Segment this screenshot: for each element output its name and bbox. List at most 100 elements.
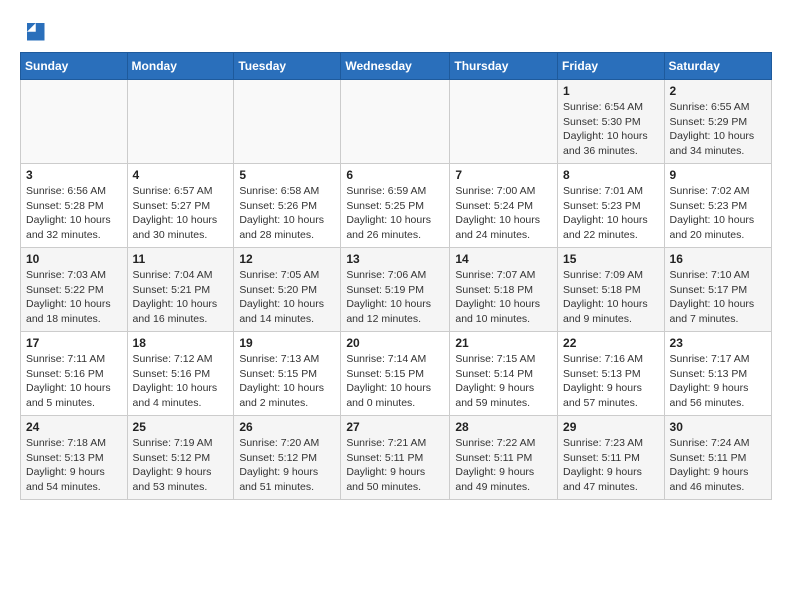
calendar-cell: 19Sunrise: 7:13 AM Sunset: 5:15 PM Dayli… (234, 332, 341, 416)
calendar-cell: 6Sunrise: 6:59 AM Sunset: 5:25 PM Daylig… (341, 164, 450, 248)
logo-icon (20, 16, 48, 44)
page: SundayMondayTuesdayWednesdayThursdayFrid… (0, 0, 792, 516)
day-number: 5 (239, 168, 335, 182)
calendar-cell: 17Sunrise: 7:11 AM Sunset: 5:16 PM Dayli… (21, 332, 128, 416)
day-number: 25 (133, 420, 229, 434)
calendar-cell: 2 Sunrise: 6:55 AM Sunset: 5:29 PM Daylig… (664, 80, 771, 164)
calendar-cell: 9Sunrise: 7:02 AM Sunset: 5:23 PM Daylig… (664, 164, 771, 248)
cell-content: 14 Sunrise: 7:07 AM Sunset: 5:18 PM Dayli… (455, 252, 552, 327)
weekday-header: Saturday (664, 53, 771, 80)
calendar-cell: 28Sunrise: 7:22 AM Sunset: 5:11 PM Dayli… (450, 416, 558, 500)
calendar-cell (234, 80, 341, 164)
cell-info: Sunrise: 7:00 AM Sunset: 5:24 PM Dayligh… (455, 184, 552, 243)
calendar-cell (127, 80, 234, 164)
day-number: 4 (133, 168, 229, 182)
calendar-body: 1Sunrise: 6:54 AM Sunset: 5:30 PM Daylig… (21, 80, 772, 500)
cell-content: 11Sunrise: 7:04 AM Sunset: 5:21 PM Dayli… (133, 252, 229, 327)
cell-info: Sunrise: 7:21 AM Sunset: 5:11 PM Dayligh… (346, 436, 444, 495)
day-number: 10 (26, 252, 122, 266)
day-number: 19 (239, 336, 335, 350)
cell-info: Sunrise: 7:11 AM Sunset: 5:16 PM Dayligh… (26, 352, 122, 411)
day-number: 14 (455, 252, 552, 266)
calendar-cell: 5Sunrise: 6:58 AM Sunset: 5:26 PM Daylig… (234, 164, 341, 248)
cell-info: Sunrise: 7:12 AM Sunset: 5:16 PM Dayligh… (133, 352, 229, 411)
calendar-cell: 14 Sunrise: 7:07 AM Sunset: 5:18 PM Dayli… (450, 248, 558, 332)
cell-info: Sunrise: 7:06 AM Sunset: 5:19 PM Dayligh… (346, 268, 444, 327)
day-number: 24 (26, 420, 122, 434)
day-number: 23 (670, 336, 766, 350)
calendar-cell: 15Sunrise: 7:09 AM Sunset: 5:18 PM Dayli… (558, 248, 665, 332)
cell-content: 15Sunrise: 7:09 AM Sunset: 5:18 PM Dayli… (563, 252, 659, 327)
cell-content: 6Sunrise: 6:59 AM Sunset: 5:25 PM Daylig… (346, 168, 444, 243)
cell-content: 19Sunrise: 7:13 AM Sunset: 5:15 PM Dayli… (239, 336, 335, 411)
cell-content: 16 Sunrise: 7:10 AM Sunset: 5:17 PM Dayli… (670, 252, 766, 327)
cell-content: 23Sunrise: 7:17 AM Sunset: 5:13 PM Dayli… (670, 336, 766, 411)
calendar-cell: 8 Sunrise: 7:01 AM Sunset: 5:23 PM Daylig… (558, 164, 665, 248)
cell-content: 3Sunrise: 6:56 AM Sunset: 5:28 PM Daylig… (26, 168, 122, 243)
calendar-cell (21, 80, 128, 164)
cell-content: 9Sunrise: 7:02 AM Sunset: 5:23 PM Daylig… (670, 168, 766, 243)
day-number: 1 (563, 84, 659, 98)
cell-info: Sunrise: 7:10 AM Sunset: 5:17 PM Dayligh… (670, 268, 766, 327)
cell-info: Sunrise: 7:19 AM Sunset: 5:12 PM Dayligh… (133, 436, 229, 495)
calendar-cell: 18 Sunrise: 7:12 AM Sunset: 5:16 PM Dayli… (127, 332, 234, 416)
day-number: 27 (346, 420, 444, 434)
calendar-cell: 26Sunrise: 7:20 AM Sunset: 5:12 PM Dayli… (234, 416, 341, 500)
day-number: 3 (26, 168, 122, 182)
calendar-cell: 23Sunrise: 7:17 AM Sunset: 5:13 PM Dayli… (664, 332, 771, 416)
cell-info: Sunrise: 7:05 AM Sunset: 5:20 PM Dayligh… (239, 268, 335, 327)
logo (20, 16, 52, 44)
cell-content: 4Sunrise: 6:57 AM Sunset: 5:27 PM Daylig… (133, 168, 229, 243)
calendar-cell: 7Sunrise: 7:00 AM Sunset: 5:24 PM Daylig… (450, 164, 558, 248)
day-number: 16 (670, 252, 766, 266)
calendar-cell: 21Sunrise: 7:15 AM Sunset: 5:14 PM Dayli… (450, 332, 558, 416)
calendar-cell: 1Sunrise: 6:54 AM Sunset: 5:30 PM Daylig… (558, 80, 665, 164)
day-number: 18 (133, 336, 229, 350)
cell-content: 5Sunrise: 6:58 AM Sunset: 5:26 PM Daylig… (239, 168, 335, 243)
cell-info: Sunrise: 7:22 AM Sunset: 5:11 PM Dayligh… (455, 436, 552, 495)
calendar-cell: 22Sunrise: 7:16 AM Sunset: 5:13 PM Dayli… (558, 332, 665, 416)
day-number: 8 (563, 168, 659, 182)
calendar-cell: 20Sunrise: 7:14 AM Sunset: 5:15 PM Dayli… (341, 332, 450, 416)
cell-content: 22Sunrise: 7:16 AM Sunset: 5:13 PM Dayli… (563, 336, 659, 411)
cell-info: Sunrise: 7:20 AM Sunset: 5:12 PM Dayligh… (239, 436, 335, 495)
weekday-header: Friday (558, 53, 665, 80)
calendar-cell: 3Sunrise: 6:56 AM Sunset: 5:28 PM Daylig… (21, 164, 128, 248)
cell-info: Sunrise: 7:01 AM Sunset: 5:23 PM Dayligh… (563, 184, 659, 243)
cell-info: Sunrise: 7:07 AM Sunset: 5:18 PM Dayligh… (455, 268, 552, 327)
weekday-header: Thursday (450, 53, 558, 80)
cell-content: 26Sunrise: 7:20 AM Sunset: 5:12 PM Dayli… (239, 420, 335, 495)
cell-content: 7Sunrise: 7:00 AM Sunset: 5:24 PM Daylig… (455, 168, 552, 243)
cell-info: Sunrise: 6:55 AM Sunset: 5:29 PM Dayligh… (670, 100, 766, 159)
calendar-cell: 16 Sunrise: 7:10 AM Sunset: 5:17 PM Dayli… (664, 248, 771, 332)
calendar-cell: 30Sunrise: 7:24 AM Sunset: 5:11 PM Dayli… (664, 416, 771, 500)
cell-info: Sunrise: 7:14 AM Sunset: 5:15 PM Dayligh… (346, 352, 444, 411)
calendar-week-row: 24Sunrise: 7:18 AM Sunset: 5:13 PM Dayli… (21, 416, 772, 500)
calendar-table: SundayMondayTuesdayWednesdayThursdayFrid… (20, 52, 772, 500)
day-number: 22 (563, 336, 659, 350)
calendar-header: SundayMondayTuesdayWednesdayThursdayFrid… (21, 53, 772, 80)
cell-content: 27 Sunrise: 7:21 AM Sunset: 5:11 PM Dayli… (346, 420, 444, 495)
day-number: 2 (670, 84, 766, 98)
cell-content: 8 Sunrise: 7:01 AM Sunset: 5:23 PM Daylig… (563, 168, 659, 243)
cell-info: Sunrise: 7:23 AM Sunset: 5:11 PM Dayligh… (563, 436, 659, 495)
calendar-cell (341, 80, 450, 164)
cell-info: Sunrise: 7:09 AM Sunset: 5:18 PM Dayligh… (563, 268, 659, 327)
cell-content: 21Sunrise: 7:15 AM Sunset: 5:14 PM Dayli… (455, 336, 552, 411)
cell-content: 12Sunrise: 7:05 AM Sunset: 5:20 PM Dayli… (239, 252, 335, 327)
cell-content: 29 Sunrise: 7:23 AM Sunset: 5:11 PM Dayli… (563, 420, 659, 495)
day-number: 6 (346, 168, 444, 182)
calendar-cell: 29 Sunrise: 7:23 AM Sunset: 5:11 PM Dayli… (558, 416, 665, 500)
cell-content: 30Sunrise: 7:24 AM Sunset: 5:11 PM Dayli… (670, 420, 766, 495)
cell-content: 10Sunrise: 7:03 AM Sunset: 5:22 PM Dayli… (26, 252, 122, 327)
cell-content: 17Sunrise: 7:11 AM Sunset: 5:16 PM Dayli… (26, 336, 122, 411)
header (20, 16, 772, 44)
day-number: 30 (670, 420, 766, 434)
calendar-cell: 24Sunrise: 7:18 AM Sunset: 5:13 PM Dayli… (21, 416, 128, 500)
cell-content: 20Sunrise: 7:14 AM Sunset: 5:15 PM Dayli… (346, 336, 444, 411)
cell-content: 18 Sunrise: 7:12 AM Sunset: 5:16 PM Dayli… (133, 336, 229, 411)
day-number: 29 (563, 420, 659, 434)
cell-content: 1Sunrise: 6:54 AM Sunset: 5:30 PM Daylig… (563, 84, 659, 159)
cell-info: Sunrise: 7:15 AM Sunset: 5:14 PM Dayligh… (455, 352, 552, 411)
calendar-cell: 11Sunrise: 7:04 AM Sunset: 5:21 PM Dayli… (127, 248, 234, 332)
